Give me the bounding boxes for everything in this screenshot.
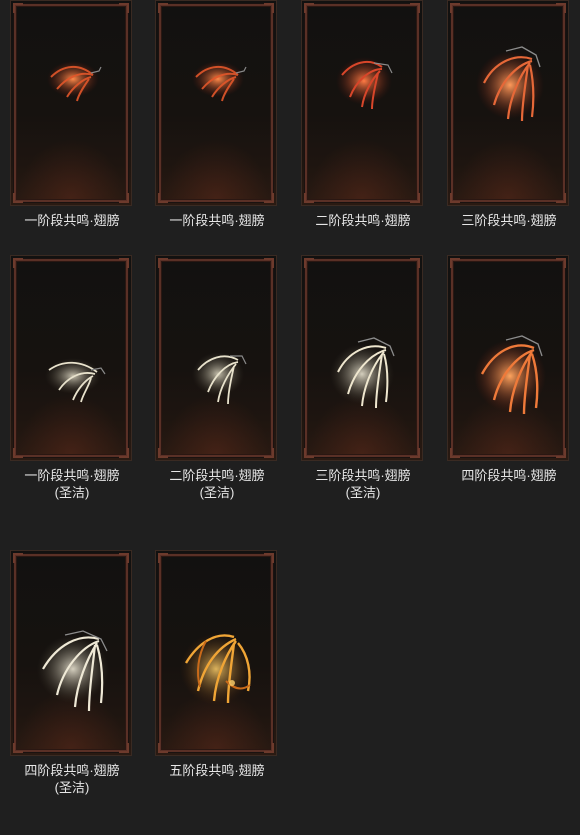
wing-image bbox=[192, 352, 247, 405]
gallery-item[interactable]: 五阶段共鸣·翅膀 bbox=[155, 550, 279, 779]
wing-card[interactable] bbox=[155, 550, 277, 756]
gallery-item[interactable]: 一阶段共鸣·翅膀 bbox=[155, 0, 279, 229]
wing-image bbox=[330, 337, 395, 409]
wing-image bbox=[180, 633, 252, 705]
item-title: 三阶段共鸣·翅膀 bbox=[461, 213, 557, 228]
item-caption: 四阶段共鸣·翅膀 (圣洁) bbox=[10, 762, 134, 796]
wing-card[interactable] bbox=[301, 0, 423, 206]
item-title: 四阶段共鸣·翅膀 bbox=[24, 763, 120, 778]
item-title: 三阶段共鸣·翅膀 bbox=[315, 468, 411, 483]
gallery-item[interactable]: 一阶段共鸣·翅膀 (圣洁) bbox=[10, 255, 134, 501]
gallery-item[interactable]: 一阶段共鸣·翅膀 bbox=[10, 0, 134, 229]
gallery-item[interactable]: 四阶段共鸣·翅膀 bbox=[447, 255, 571, 484]
wing-image bbox=[336, 57, 393, 110]
wing-card[interactable] bbox=[447, 255, 569, 461]
item-title: 一阶段共鸣·翅膀 bbox=[169, 213, 265, 228]
item-caption: 二阶段共鸣·翅膀 (圣洁) bbox=[155, 467, 279, 501]
item-title: 二阶段共鸣·翅膀 bbox=[315, 213, 411, 228]
wing-image bbox=[37, 630, 109, 712]
wing-image bbox=[45, 358, 106, 403]
wing-card[interactable] bbox=[301, 255, 423, 461]
wing-card[interactable] bbox=[155, 0, 277, 206]
wing-image bbox=[474, 335, 546, 415]
gallery-item[interactable]: 二阶段共鸣·翅膀 (圣洁) bbox=[155, 255, 279, 501]
item-caption: 一阶段共鸣·翅膀 (圣洁) bbox=[10, 467, 134, 501]
gallery-item[interactable]: 三阶段共鸣·翅膀 (圣洁) bbox=[301, 255, 425, 501]
item-title: 一阶段共鸣·翅膀 bbox=[24, 213, 120, 228]
gallery-item[interactable]: 三阶段共鸣·翅膀 bbox=[447, 0, 571, 229]
wing-card[interactable] bbox=[447, 0, 569, 206]
item-subtitle: (圣洁) bbox=[199, 485, 235, 500]
item-caption: 三阶段共鸣·翅膀 (圣洁) bbox=[301, 467, 425, 501]
gallery-item[interactable]: 四阶段共鸣·翅膀 (圣洁) bbox=[10, 550, 134, 796]
wing-card[interactable] bbox=[10, 0, 132, 206]
item-title: 五阶段共鸣·翅膀 bbox=[169, 763, 265, 778]
wing-card[interactable] bbox=[10, 550, 132, 756]
wing-gallery: 一阶段共鸣·翅膀 一阶段共鸣·翅膀 二阶段共鸣·翅膀 三阶段共鸣·翅膀 一阶段共… bbox=[0, 0, 580, 835]
wing-image bbox=[47, 61, 102, 102]
wing-card[interactable] bbox=[10, 255, 132, 461]
item-subtitle: (圣洁) bbox=[54, 485, 90, 500]
gallery-item[interactable]: 二阶段共鸣·翅膀 bbox=[301, 0, 425, 229]
item-subtitle: (圣洁) bbox=[54, 780, 90, 795]
item-title: 二阶段共鸣·翅膀 bbox=[169, 468, 265, 483]
item-title: 一阶段共鸣·翅膀 bbox=[24, 468, 120, 483]
wing-image bbox=[476, 46, 544, 122]
item-title: 四阶段共鸣·翅膀 bbox=[461, 468, 557, 483]
item-subtitle: (圣洁) bbox=[345, 485, 381, 500]
wing-image bbox=[192, 61, 247, 102]
wing-card[interactable] bbox=[155, 255, 277, 461]
